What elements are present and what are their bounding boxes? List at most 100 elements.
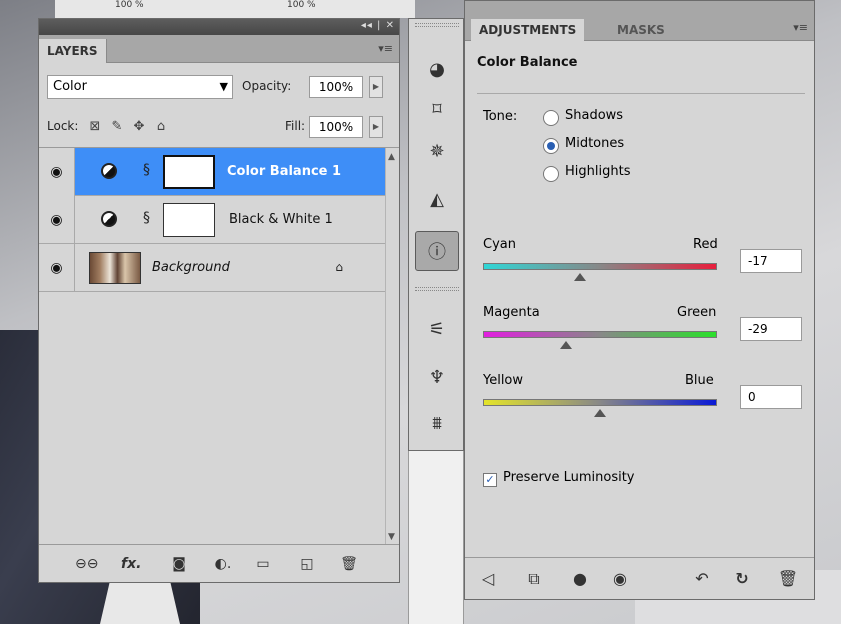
preserve-luminosity-label[interactable]: Preserve Luminosity <box>503 470 635 485</box>
eye-icon[interactable]: ◉ <box>39 196 75 244</box>
link-icon[interactable]: § <box>143 210 150 226</box>
dropdown-arrow-icon: ▼ <box>219 80 228 93</box>
adjustments-footer: ◁ ⧉ ● ◉ ↶ ↻ 🗑 <box>465 557 814 599</box>
adjustment-title: Color Balance <box>477 55 578 70</box>
lock-fill-row: Lock: ⊠ ✎ ✥ ⌂ Fill: 100% ▶ <box>47 115 393 141</box>
radio-midtones[interactable] <box>543 138 559 154</box>
lock-label: Lock: <box>47 119 79 133</box>
strip-below <box>408 451 464 624</box>
add-mask-icon[interactable]: ◙ <box>169 554 189 574</box>
fill-label: Fill: <box>285 119 306 133</box>
clip-layer-icon[interactable]: ⧉ <box>523 568 545 590</box>
panel-menu-icon[interactable]: ▾≡ <box>378 42 393 55</box>
layer-row-background[interactable]: ◉ Background ⌂ <box>39 244 385 292</box>
back-arrow-icon[interactable]: ◁ <box>477 568 499 590</box>
lock-all-icon[interactable]: ⌂ <box>153 119 169 135</box>
radio-label-highlights[interactable]: Highlights <box>565 164 630 179</box>
slider-value-input[interactable]: -17 <box>740 249 802 273</box>
slider-track[interactable] <box>483 399 717 406</box>
slider-left-label: Yellow <box>483 373 524 388</box>
trash-icon[interactable]: 🗑 <box>777 568 799 590</box>
scroll-up-icon[interactable]: ▲ <box>388 152 395 162</box>
link-layers-icon[interactable]: ⊖⊖ <box>75 554 98 574</box>
slider-value-input[interactable]: 0 <box>740 385 802 409</box>
blend-opacity-row: Color ▼ Opacity: 100% ▶ <box>47 75 393 101</box>
tab-adjustments[interactable]: ADJUSTMENTS <box>471 19 585 41</box>
layers-tabbar: LAYERS ▾≡ <box>39 35 399 63</box>
layers-panel-titlebar[interactable]: ◂◂ | ✕ <box>39 19 399 35</box>
slider-right-label: Red <box>693 237 718 252</box>
info-icon[interactable]: ⓘ <box>415 231 459 271</box>
layers-scrollbar[interactable]: ▲ ▼ <box>385 148 399 546</box>
slider-left-label: Cyan <box>483 237 516 252</box>
canvas-top-strip: 100 % 100 % <box>55 0 415 18</box>
fill-input[interactable]: 100% <box>309 116 363 138</box>
slider-track[interactable] <box>483 263 717 270</box>
strip-grip[interactable] <box>415 23 459 27</box>
opacity-arrow-icon[interactable]: ▶ <box>369 76 383 98</box>
tab-layers[interactable]: LAYERS <box>39 39 107 63</box>
eye-icon[interactable]: ◉ <box>39 148 75 196</box>
lock-transparency-icon[interactable]: ⊠ <box>87 119 103 135</box>
color-wheel-icon[interactable]: ◕ <box>415 49 459 89</box>
fx-icon[interactable]: fx. <box>121 554 141 574</box>
strip-grip-2[interactable] <box>415 287 459 291</box>
background-thumbnail[interactable] <box>89 252 141 284</box>
slider-thumb[interactable] <box>574 273 587 281</box>
slider-thumb[interactable] <box>560 341 573 349</box>
eye-icon[interactable]: ◉ <box>39 244 75 292</box>
clone-source-icon[interactable]: ♆ <box>415 357 459 397</box>
stamp-icon[interactable]: ⩩ <box>415 403 459 443</box>
zoom-label-left: 100 % <box>115 0 144 10</box>
trash-icon[interactable]: 🗑 <box>339 554 359 574</box>
tone-label: Tone: <box>483 109 518 124</box>
layer-row-black-white[interactable]: ◉ § Black & White 1 <box>39 196 385 244</box>
new-group-icon[interactable]: ▭ <box>253 554 273 574</box>
slider-right-label: Green <box>677 305 717 320</box>
divider <box>477 93 805 94</box>
layer-mask-thumbnail[interactable] <box>163 155 215 189</box>
tab-masks[interactable]: MASKS <box>609 19 673 41</box>
lock-position-icon[interactable]: ✥ <box>131 119 147 135</box>
blend-mode-value: Color <box>53 79 87 94</box>
scroll-down-icon[interactable]: ▼ <box>388 532 395 542</box>
new-layer-icon[interactable]: ◱ <box>297 554 317 574</box>
adjustment-layer-icon <box>101 163 117 179</box>
panel-menu-icon[interactable]: ▾≡ <box>793 21 808 34</box>
layer-name[interactable]: Black & White 1 <box>229 196 333 244</box>
preserve-luminosity-checkbox[interactable]: ✓ <box>483 473 497 487</box>
radio-shadows[interactable] <box>543 110 559 126</box>
radio-label-midtones[interactable]: Midtones <box>565 136 624 151</box>
slider-thumb[interactable] <box>594 409 606 417</box>
lock-image-icon[interactable]: ✎ <box>109 119 125 135</box>
opacity-label: Opacity: <box>242 79 292 93</box>
adjustments-tabbar: ADJUSTMENTS MASKS ▾≡ <box>465 1 814 41</box>
blend-mode-select[interactable]: Color ▼ <box>47 75 233 99</box>
layer-mask-thumbnail[interactable] <box>163 203 215 237</box>
lock-icon: ⌂ <box>335 260 343 274</box>
eye-icon[interactable]: ◉ <box>609 568 631 590</box>
compass-icon[interactable]: ✵ <box>415 131 459 171</box>
radio-label-shadows[interactable]: Shadows <box>565 108 623 123</box>
fill-arrow-icon[interactable]: ▶ <box>369 116 383 138</box>
layers-panel: ◂◂ | ✕ LAYERS ▾≡ Color ▼ Opacity: 100% ▶… <box>38 18 400 583</box>
transform-icon[interactable]: ⌑ <box>415 89 459 129</box>
radio-highlights[interactable] <box>543 166 559 182</box>
zoom-label-right: 100 % <box>287 0 316 10</box>
layer-name[interactable]: Background <box>152 244 230 292</box>
new-adjustment-icon[interactable]: ◐. <box>213 554 233 574</box>
slider-left-label: Magenta <box>483 305 540 320</box>
mask-visibility-icon[interactable]: ● <box>569 568 591 590</box>
link-icon[interactable]: § <box>143 162 150 178</box>
collapse-close-icon[interactable]: ◂◂ | ✕ <box>361 20 395 31</box>
slider-track[interactable] <box>483 331 717 338</box>
histogram-icon[interactable]: ◭ <box>415 179 459 219</box>
slider-value-input[interactable]: -29 <box>740 317 802 341</box>
adjustment-layer-icon <box>101 211 117 227</box>
reset-icon[interactable]: ↻ <box>731 568 753 590</box>
opacity-input[interactable]: 100% <box>309 76 363 98</box>
layer-name[interactable]: Color Balance 1 <box>227 148 341 196</box>
previous-state-icon[interactable]: ↶ <box>691 568 713 590</box>
brush-settings-icon[interactable]: ⚟ <box>415 309 459 349</box>
layer-row-color-balance[interactable]: ◉ § Color Balance 1 <box>39 148 385 196</box>
